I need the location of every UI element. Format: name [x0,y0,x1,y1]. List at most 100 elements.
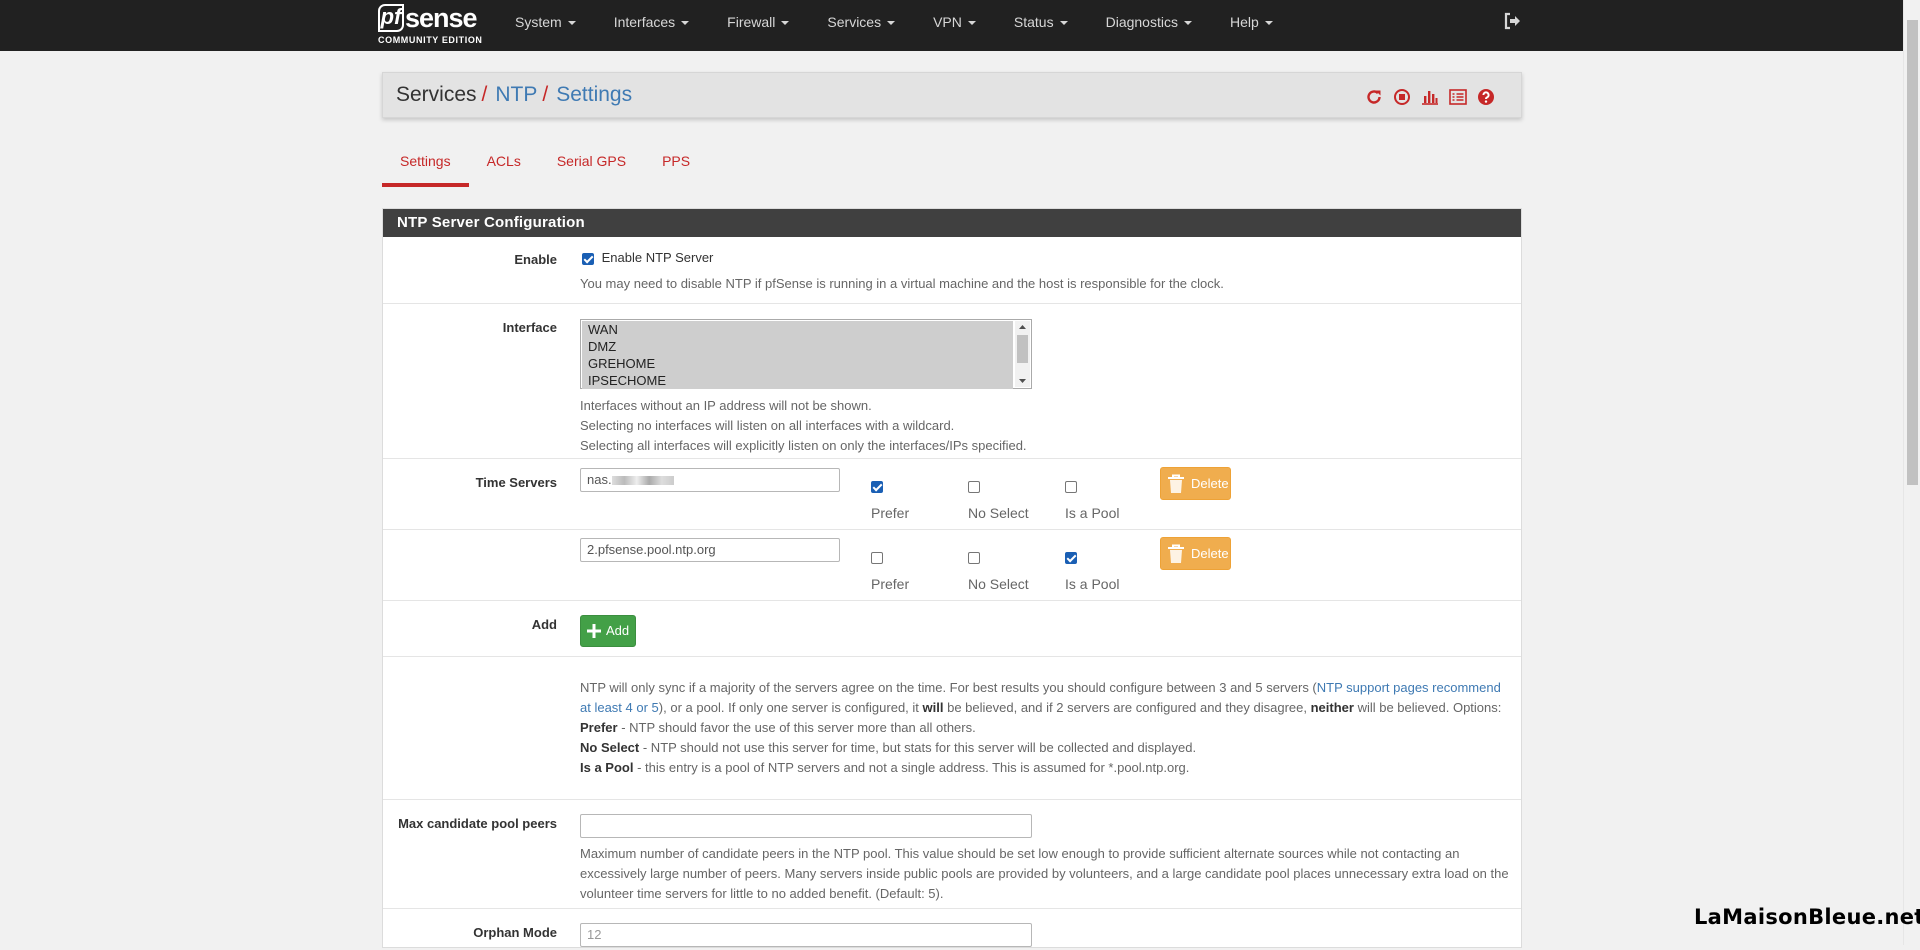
time-server-1-value: nas. [587,472,612,487]
menu-diagnostics[interactable]: Diagnostics [1087,0,1211,44]
prefer-label: Prefer [871,505,910,521]
delete-label: Delete [1191,546,1229,561]
pool-checkbox-1[interactable] [1065,480,1077,493]
interface-list-scroll-thumb[interactable] [1017,335,1028,363]
trash-icon [1168,544,1184,563]
menu-vpn[interactable]: VPN [914,0,995,44]
orphan-mode-input[interactable]: 12 [580,923,1032,947]
delete-server-2-button[interactable]: Delete [1160,537,1231,570]
caret-down-icon [1059,21,1068,26]
interface-label: Interface [502,320,557,335]
tab-serial-gps[interactable]: Serial GPS [539,140,644,187]
interface-option[interactable]: IPSECHOME [582,372,1013,389]
info-noselect-desc: - NTP should not use this server for tim… [639,740,1197,755]
caret-down-icon [781,21,790,26]
menu-status-label: Status [1013,14,1054,30]
breadcrumb: Services / NTP / Settings [396,83,632,107]
logout-icon[interactable] [1503,12,1523,32]
caret-down-icon [681,21,690,26]
row-add: Add Add [383,602,1521,657]
prefer-checkbox-2[interactable] [871,551,883,564]
scroll-down-arrow-icon[interactable] [1018,377,1027,385]
service-actions [1363,87,1497,107]
panel-title: NTP Server Configuration [383,209,1521,237]
stop-service-icon[interactable] [1391,87,1413,107]
breadcrumb-settings[interactable]: Settings [556,83,632,106]
caret-down-icon [1183,21,1192,26]
graph-icon[interactable] [1419,87,1441,107]
enable-label: Enable [514,252,557,267]
interface-option[interactable]: DMZ [582,338,1013,355]
breadcrumb-bar: Services / NTP / Settings [382,72,1522,118]
tab-settings[interactable]: Settings [382,140,469,187]
noselect-checkbox-1[interactable] [968,480,980,493]
tab-pps[interactable]: PPS [644,140,708,187]
prefer-checkbox-1[interactable] [871,480,883,493]
sync-info-c: be believed, and if 2 servers are config… [943,700,1311,715]
interface-help-1: Interfaces without an IP address will no… [580,398,872,413]
page-scrollbar-thumb[interactable] [1907,20,1918,485]
restart-service-icon[interactable] [1363,87,1385,107]
menu-system[interactable]: System [496,0,595,44]
row-orphan: Orphan Mode 12 [383,910,1521,950]
enable-help: You may need to disable NTP if pfSense i… [580,276,1224,291]
row-time-server-1: Time Servers nas. Prefer No Select Is a … [383,460,1521,530]
tab-acls[interactable]: ACLs [469,140,539,187]
pool-label: Is a Pool [1065,505,1120,521]
logo-sense: sense [405,3,478,33]
interface-option[interactable]: WAN [582,321,1013,338]
menu-firewall-label: Firewall [727,14,776,30]
help-icon[interactable] [1475,87,1497,107]
menu-help[interactable]: Help [1211,0,1292,44]
noselect-group-1: No Select [968,478,1029,521]
noselect-checkbox-2[interactable] [968,551,980,564]
row-enable: Enable Enable NTP Server You may need to… [383,237,1521,304]
interface-multiselect[interactable]: WAN DMZ GREHOME IPSECHOME [580,319,1032,389]
menu-help-label: Help [1229,14,1259,30]
delete-label: Delete [1191,476,1229,491]
breadcrumb-separator: / [542,83,549,106]
logo-edition: COMMUNITY EDITION [378,35,483,45]
pool-group-2: Is a Pool [1065,549,1119,592]
scroll-up-arrow-icon[interactable] [1018,323,1027,331]
time-servers-label: Time Servers [475,475,557,490]
log-icon[interactable] [1447,87,1469,107]
page-scrollbar[interactable] [1903,0,1920,945]
menu-status[interactable]: Status [995,0,1087,44]
interface-option[interactable]: GREHOME [582,355,1013,372]
enable-ntp-checkbox-label: Enable NTP Server [601,250,714,265]
prefer-group-1: Prefer [871,478,909,521]
info-prefer-term: Prefer [580,720,618,735]
caret-down-icon [1264,21,1273,26]
enable-ntp-checkbox[interactable] [582,252,594,265]
interface-help-2: Selecting no interfaces will listen on a… [580,418,955,433]
caret-down-icon [567,21,576,26]
caret-down-icon [967,21,976,26]
add-label: Add [531,617,557,632]
info-noselect-term: No Select [580,740,640,755]
row-info: NTP will only sync if a majority of the … [383,658,1521,800]
time-server-1-input[interactable]: nas. [580,468,840,492]
row-time-server-2: 2.pfsense.pool.ntp.org Prefer No Select … [383,531,1521,601]
ntp-config-panel: NTP Server Configuration Enable Enable N… [382,208,1522,948]
sync-info-text: NTP will only sync if a majority of the … [580,678,1515,778]
caret-down-icon [887,21,896,26]
pool-label: Is a Pool [1065,576,1120,592]
menu-firewall[interactable]: Firewall [708,0,808,44]
time-server-2-input[interactable]: 2.pfsense.pool.ntp.org [580,538,840,562]
menu-services[interactable]: Services [808,0,914,44]
delete-server-1-button[interactable]: Delete [1160,467,1231,500]
sync-info-a: NTP will only sync if a majority of the … [580,680,1317,695]
menu-interfaces[interactable]: Interfaces [595,0,708,44]
breadcrumb-ntp[interactable]: NTP [495,83,537,106]
interface-list-scrollbar[interactable] [1015,321,1030,387]
breadcrumb-services: Services [396,83,477,106]
max-peers-input[interactable] [580,814,1032,838]
plus-icon [587,624,601,638]
menu-interfaces-label: Interfaces [613,14,676,30]
pool-checkbox-2[interactable] [1065,551,1077,564]
pfsense-logo[interactable]: pf sense COMMUNITY EDITION [378,4,483,45]
add-server-button[interactable]: Add [580,615,636,647]
enable-checkbox-wrap[interactable]: Enable NTP Server [582,250,713,265]
prefer-group-2: Prefer [871,549,909,592]
